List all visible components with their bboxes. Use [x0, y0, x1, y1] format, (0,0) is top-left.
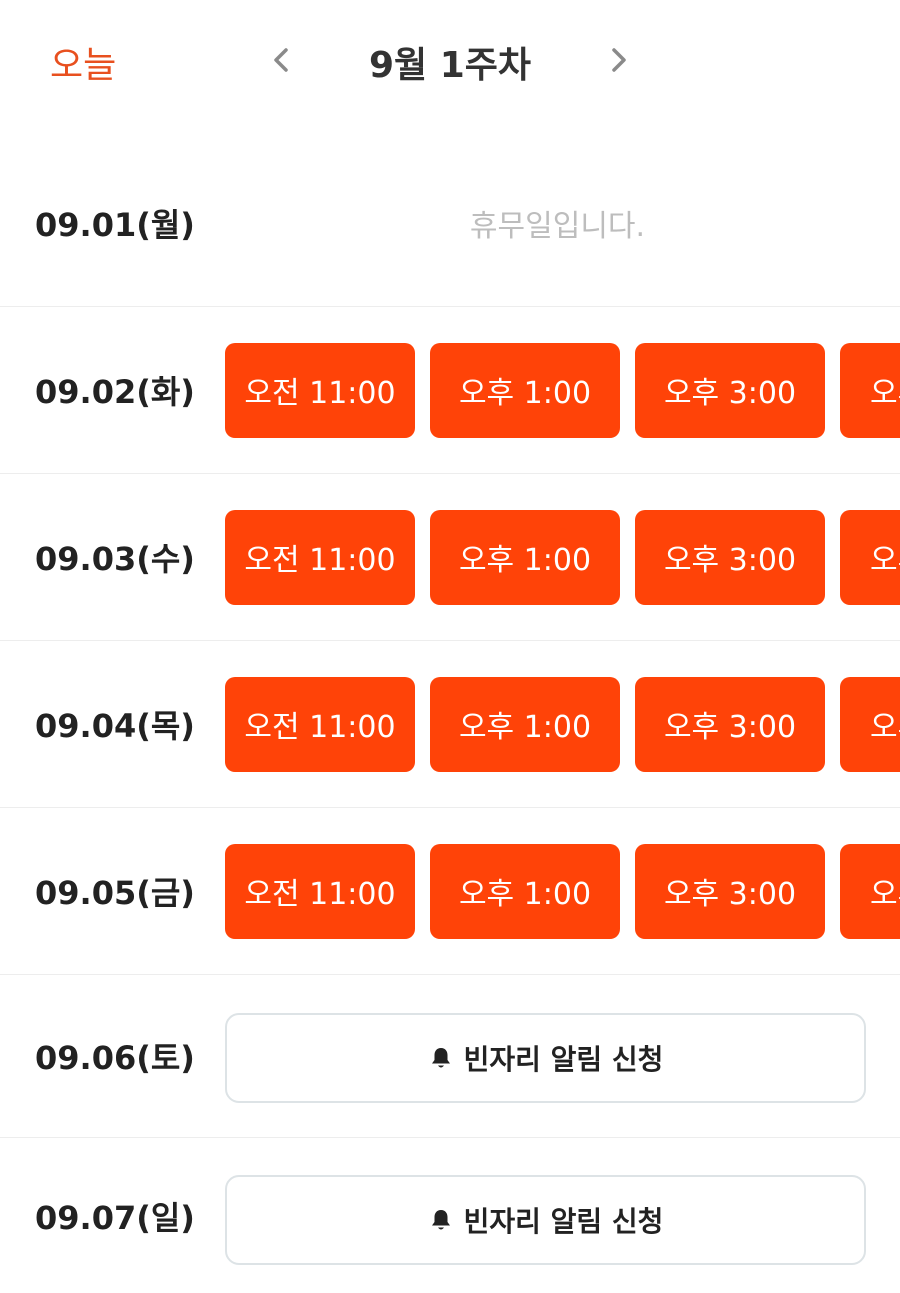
time-slot-button[interactable]: 오후	[840, 509, 900, 605]
time-slot-button[interactable]: 오후	[840, 676, 900, 772]
vacancy-alarm-button[interactable]: 빈자리 알림 신청	[225, 1013, 866, 1103]
time-slot-button[interactable]: 오전 11:00	[225, 342, 415, 438]
day-date-label: 09.04(목)	[35, 707, 195, 745]
vacancy-alarm-label: 빈자리 알림 신청	[463, 1043, 664, 1076]
day-row: 09.07(일) 빈자리 알림 신청	[0, 1138, 900, 1293]
time-slot-button[interactable]: 오후 1:00	[430, 676, 620, 772]
time-slot-button[interactable]: 오후 3:00	[635, 676, 825, 772]
time-slot-button[interactable]: 오전 11:00	[225, 676, 415, 772]
time-slot-button[interactable]: 오후 1:00	[430, 509, 620, 605]
time-slot-list: 오전 11:00 오후 1:00 오후 3:00 오후	[225, 474, 900, 640]
time-slot-list: 오전 11:00 오후 1:00 오후 3:00 오후	[225, 641, 900, 807]
day-row: 09.02(화) 오전 11:00 오후 1:00 오후 3:00 오후	[0, 307, 900, 474]
time-slot-button[interactable]: 오후	[840, 843, 900, 939]
time-slot-button[interactable]: 오전 11:00	[225, 843, 415, 939]
bell-icon	[431, 1210, 450, 1230]
day-date-label: 09.02(화)	[35, 373, 195, 411]
time-slot-button[interactable]: 오후 3:00	[635, 342, 825, 438]
closed-day-message: 휴무일입니다.	[469, 209, 646, 244]
day-date-label: 09.05(금)	[35, 874, 195, 912]
day-row: 09.05(금) 오전 11:00 오후 1:00 오후 3:00 오후	[0, 808, 900, 975]
time-slot-button[interactable]: 오후 1:00	[430, 843, 620, 939]
vacancy-alarm-label: 빈자리 알림 신청	[463, 1205, 664, 1238]
day-row: 09.03(수) 오전 11:00 오후 1:00 오후 3:00 오후	[0, 474, 900, 641]
chevron-right-icon[interactable]	[598, 40, 638, 80]
day-date-label: 09.01(월)	[35, 206, 195, 244]
day-row: 09.04(목) 오전 11:00 오후 1:00 오후 3:00 오후	[0, 641, 900, 808]
week-header: 오늘 9월 1주차	[0, 0, 900, 120]
day-date-label: 09.03(수)	[35, 540, 195, 578]
time-slot-list: 오전 11:00 오후 1:00 오후 3:00 오후	[225, 307, 900, 473]
time-slot-button[interactable]: 오후 1:00	[430, 342, 620, 438]
schedule-page: 오늘 9월 1주차 09.01(월) 휴무일입니다. 09.02(화) 오전 1…	[0, 0, 900, 1293]
day-date-label: 09.06(토)	[35, 1039, 195, 1077]
today-button[interactable]: 오늘	[50, 36, 116, 88]
time-slot-button[interactable]: 오후 3:00	[635, 843, 825, 939]
vacancy-alarm-button[interactable]: 빈자리 알림 신청	[225, 1175, 866, 1265]
week-title: 9월 1주차	[369, 45, 531, 86]
time-slot-button[interactable]: 오전 11:00	[225, 509, 415, 605]
bell-icon	[431, 1048, 450, 1068]
day-date-label: 09.07(일)	[35, 1198, 195, 1237]
day-row: 09.01(월) 휴무일입니다.	[0, 140, 900, 307]
day-row: 09.06(토) 빈자리 알림 신청	[0, 975, 900, 1138]
time-slot-button[interactable]: 오후	[840, 342, 900, 438]
time-slot-list: 오전 11:00 오후 1:00 오후 3:00 오후	[225, 808, 900, 974]
time-slot-button[interactable]: 오후 3:00	[635, 509, 825, 605]
chevron-left-icon[interactable]	[262, 40, 302, 80]
